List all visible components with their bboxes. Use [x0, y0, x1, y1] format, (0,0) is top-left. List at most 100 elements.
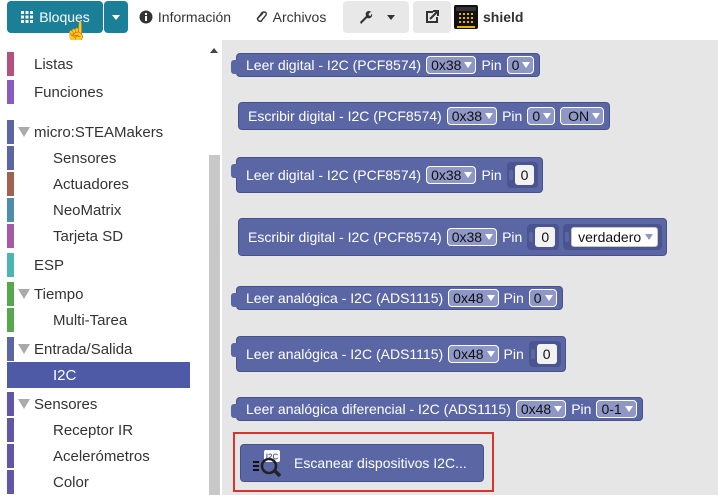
pin-dropdown[interactable]: 0-1	[596, 400, 637, 418]
dropdown-arrow-icon	[645, 234, 654, 240]
category-receptor-ir[interactable]: Receptor IR	[0, 417, 206, 443]
expand-triangle-icon[interactable]	[18, 399, 30, 409]
category-actuadores[interactable]: Actuadores	[0, 171, 206, 197]
expand-triangle-icon[interactable]	[18, 289, 30, 299]
category-label: Listas	[34, 55, 74, 73]
category-i2c[interactable]: I2C	[7, 362, 190, 388]
dropdown-arrow-icon	[592, 113, 601, 119]
files-button-label: Archivos	[272, 9, 327, 25]
category-entrada-salida[interactable]: Entrada/Salida	[0, 336, 206, 362]
board-selector[interactable]: shield	[454, 1, 534, 33]
category-label: Color	[53, 473, 89, 491]
category-color-bar	[7, 146, 14, 170]
pin-label: Pin	[481, 167, 502, 183]
category-label: Entrada/Salida	[34, 340, 133, 358]
dropdown-arrow-icon	[486, 295, 495, 301]
dropdown-value: 0x38	[431, 167, 462, 183]
pin-number-field[interactable]: 0	[514, 165, 535, 185]
category-label: Sensores	[53, 149, 117, 167]
block-flyout: Leer digital - I2C (PCF8574) 0x38 Pin 0 …	[222, 40, 718, 495]
microbit-board-icon	[454, 5, 478, 29]
category-tiempo[interactable]: Tiempo	[0, 281, 206, 307]
category-label: Sensores	[34, 395, 98, 413]
pin-dropdown[interactable]: 0	[527, 107, 556, 125]
category-sensores-micro[interactable]: Sensores	[0, 145, 206, 171]
dropdown-value: 0x48	[453, 290, 484, 306]
category-color-bar	[7, 80, 14, 104]
category-label: micro:STEAMakers	[34, 123, 164, 141]
upload-button[interactable]	[413, 1, 451, 33]
category-listas[interactable]: Listas	[0, 51, 206, 77]
category-label: Multi-Tarea	[53, 311, 128, 329]
address-dropdown[interactable]: 0x48	[515, 400, 567, 418]
category-sensores[interactable]: Sensores	[0, 391, 206, 417]
state-input-slot: verdadero	[563, 224, 663, 250]
address-dropdown[interactable]: 0x48	[448, 345, 499, 363]
chevron-down-icon	[112, 14, 120, 20]
category-acelerometros[interactable]: Acelerómetros	[0, 443, 206, 469]
address-dropdown[interactable]: 0x38	[446, 107, 498, 125]
pin-dropdown[interactable]: 0	[528, 289, 557, 307]
pin-input-slot: 0	[506, 162, 539, 188]
category-color-bar	[7, 392, 14, 416]
pin-input-slot: 0	[528, 341, 561, 367]
block-leer-digital-pcf8574[interactable]: Leer digital - I2C (PCF8574) 0x38 Pin 0	[231, 53, 541, 77]
block-leer-analogica-ads1115[interactable]: Leer analógica - I2C (ADS1115) 0x48 Pin …	[231, 286, 563, 310]
files-button[interactable]: Archivos	[247, 1, 333, 33]
pin-dropdown[interactable]: 0	[506, 56, 535, 74]
expand-triangle-icon[interactable]	[18, 127, 30, 137]
dropdown-value: 0x38	[431, 57, 462, 73]
sidebar-scrollbar-thumb[interactable]	[209, 155, 220, 495]
address-dropdown[interactable]: 0x38	[426, 56, 477, 74]
block-text: Escribir digital - I2C (PCF8574)	[248, 229, 442, 245]
block-leer-digital-pcf8574-input[interactable]: Leer digital - I2C (PCF8574) 0x38 Pin 0	[231, 157, 544, 193]
dropdown-value: verdadero	[578, 229, 642, 245]
address-dropdown[interactable]: 0x38	[446, 228, 498, 246]
block-leer-analogica-ads1115-input[interactable]: Leer analógica - I2C (ADS1115) 0x48 Pin …	[231, 336, 566, 372]
category-label: Actuadores	[53, 175, 129, 193]
category-color[interactable]: Color	[0, 469, 206, 495]
expand-triangle-icon[interactable]	[18, 344, 30, 354]
block-text: Escanear dispositivos I2C...	[294, 455, 467, 471]
category-color-bar	[7, 282, 14, 306]
category-color-bar	[7, 120, 14, 144]
category-neomatrix[interactable]: NeoMatrix	[0, 197, 206, 223]
block-text: Escribir digital - I2C (PCF8574)	[248, 108, 442, 124]
state-dropdown[interactable]: ON	[560, 107, 605, 125]
boolean-dropdown[interactable]: verdadero	[571, 227, 659, 247]
address-dropdown[interactable]: 0x48	[448, 289, 499, 307]
block-escribir-digital-pcf8574[interactable]: Escribir digital - I2C (PCF8574) 0x38 Pi…	[238, 102, 611, 130]
blocks-grid-icon	[21, 11, 34, 23]
info-button[interactable]: Información	[134, 1, 236, 33]
dropdown-arrow-icon	[543, 113, 552, 119]
category-multi-tarea[interactable]: Multi-Tarea	[0, 307, 206, 333]
address-dropdown[interactable]: 0x38	[426, 166, 477, 184]
category-label: Acelerómetros	[53, 447, 150, 465]
dropdown-arrow-icon	[485, 113, 494, 119]
dropdown-arrow-icon	[554, 406, 563, 412]
pin-input-slot: 0	[527, 224, 560, 250]
category-microsteamakers[interactable]: micro:STEAMakers	[0, 119, 206, 145]
category-esp[interactable]: ESP	[0, 252, 206, 278]
category-label: I2C	[53, 366, 77, 384]
pin-number-field[interactable]: 0	[535, 227, 556, 247]
block-escribir-digital-pcf8574-input[interactable]: Escribir digital - I2C (PCF8574) 0x38 Pi…	[238, 218, 668, 256]
blocks-dropdown-button[interactable]	[104, 1, 128, 33]
pin-number-field[interactable]: 0	[536, 344, 557, 364]
scroll-up-arrow-icon[interactable]	[210, 48, 218, 53]
block-escanear-dispositivos-i2c[interactable]: I2C Escanear dispositivos I2C...	[240, 444, 484, 482]
category-color-bar	[7, 337, 14, 361]
category-tarjeta-sd[interactable]: Tarjeta SD	[0, 223, 206, 249]
block-notch	[231, 293, 239, 307]
info-button-label: Información	[157, 9, 232, 25]
block-text: Leer analógica - I2C (ADS1115)	[246, 290, 444, 306]
block-text: Leer analógica diferencial - I2C (ADS111…	[246, 401, 511, 417]
block-text: Leer digital - I2C (PCF8574)	[246, 167, 422, 183]
category-color-bar	[7, 444, 14, 468]
tools-button[interactable]	[343, 1, 409, 33]
block-leer-analogica-diferencial-ads1115[interactable]: Leer analógica diferencial - I2C (ADS111…	[231, 397, 643, 421]
category-funciones[interactable]: Funciones	[0, 79, 206, 105]
category-label: NeoMatrix	[53, 201, 122, 219]
category-color-bar	[7, 308, 14, 332]
block-notch	[231, 164, 239, 178]
